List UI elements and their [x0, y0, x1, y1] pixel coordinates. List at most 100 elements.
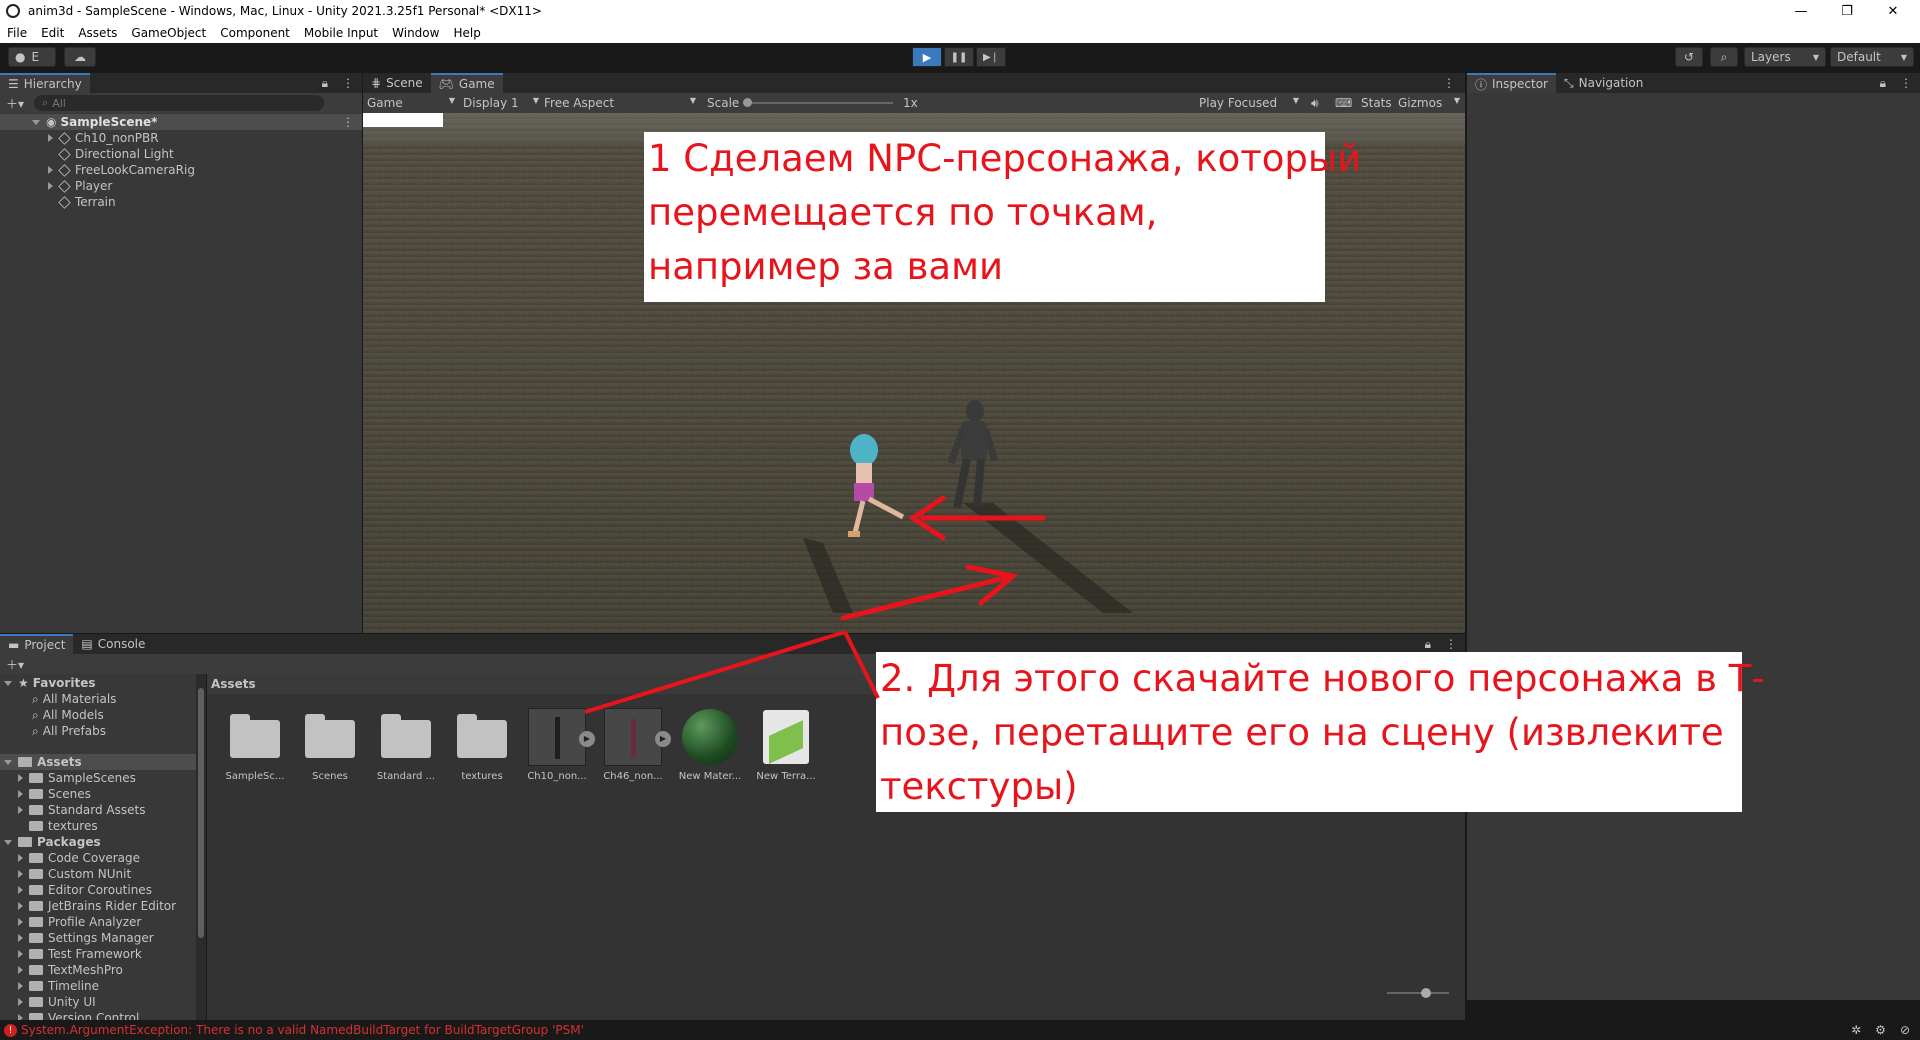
asset-model[interactable]: ▶ Ch10_non... [524, 708, 595, 782]
play-button[interactable]: ▶ [912, 47, 942, 67]
packages-root-row[interactable]: Packages [4, 834, 101, 850]
asset-folder[interactable]: Scenes [297, 708, 363, 782]
tab-inspector[interactable]: ⓘ Inspector [1467, 73, 1556, 93]
expand-arrow-icon[interactable] [18, 950, 23, 958]
menu-mobile-input[interactable]: Mobile Input [297, 26, 385, 40]
stats-button[interactable]: Stats [1361, 96, 1392, 110]
collapse-arrow-icon[interactable] [32, 119, 40, 125]
hierarchy-item[interactable]: FreeLookCameraRig [0, 162, 195, 178]
package-row[interactable]: TextMeshPro [18, 962, 123, 978]
hierarchy-item[interactable]: Directional Light [0, 146, 174, 162]
layout-dropdown[interactable]: Default ▼ [1830, 47, 1914, 67]
add-icon[interactable]: ＋▾ [6, 95, 24, 112]
add-icon[interactable]: ＋▾ [6, 656, 24, 673]
asset-folder[interactable]: textures [449, 708, 515, 782]
package-row[interactable]: Custom NUnit [18, 866, 131, 882]
expand-arrow-icon[interactable] [48, 134, 53, 142]
hierarchy-item[interactable]: Ch10_nonPBR [0, 130, 159, 146]
maximize-button[interactable]: ❐ [1824, 0, 1870, 22]
package-row[interactable]: JetBrains Rider Editor [18, 898, 176, 914]
expand-play-icon[interactable]: ▶ [655, 731, 671, 747]
folder-row[interactable]: Standard Assets [18, 802, 145, 818]
breadcrumb-assets[interactable]: Assets [211, 677, 256, 691]
expand-arrow-icon[interactable] [48, 182, 53, 190]
favorites-row[interactable]: ★ Favorites [4, 675, 95, 691]
folder-row[interactable]: Scenes [18, 786, 91, 802]
play-focused-dropdown[interactable]: Play Focused ▼ [1199, 96, 1299, 110]
folder-row[interactable]: textures [29, 818, 98, 834]
expand-arrow-icon[interactable] [18, 902, 23, 910]
expand-arrow-icon[interactable] [18, 966, 23, 974]
expand-arrow-icon[interactable] [48, 166, 53, 174]
hierarchy-item[interactable]: Player [0, 178, 112, 194]
keyboard-icon[interactable]: ⌨ [1335, 96, 1352, 110]
menu-window[interactable]: Window [385, 26, 446, 40]
package-row[interactable]: Version Control [18, 1010, 139, 1020]
tab-hierarchy[interactable]: ☰ Hierarchy [0, 73, 90, 93]
lock-icon[interactable]: 🔒︎ [322, 76, 328, 91]
package-row[interactable]: Timeline [18, 978, 99, 994]
step-button[interactable]: ▶❘ [976, 47, 1006, 67]
tab-game[interactable]: 🎮︎ Game [430, 73, 503, 93]
collapse-arrow-icon[interactable] [4, 680, 12, 686]
notification-icon[interactable]: ⊘ [1900, 1023, 1910, 1037]
kebab-menu-icon[interactable]: ⋮ [342, 76, 354, 90]
account-button[interactable]: ● E [8, 47, 56, 67]
game-mode-dropdown[interactable]: Game ▼ [367, 96, 455, 110]
cloud-button[interactable]: ☁ [64, 47, 96, 67]
menu-component[interactable]: Component [213, 26, 297, 40]
zoom-slider-track[interactable] [1387, 992, 1449, 994]
expand-arrow-icon[interactable] [18, 790, 23, 798]
minimize-button[interactable]: — [1778, 0, 1824, 22]
asset-folder[interactable]: SampleSc... [222, 708, 288, 782]
search-button[interactable]: ⌕ [1710, 47, 1738, 67]
package-row[interactable]: Code Coverage [18, 850, 140, 866]
package-row[interactable]: Profile Analyzer [18, 914, 141, 930]
expand-arrow-icon[interactable] [18, 886, 23, 894]
package-row[interactable]: Test Framework [18, 946, 142, 962]
collapse-arrow-icon[interactable] [4, 839, 12, 845]
package-row[interactable]: Settings Manager [18, 930, 154, 946]
scene-row[interactable]: ◉ SampleScene* ⋮ [0, 114, 362, 130]
expand-arrow-icon[interactable] [18, 806, 23, 814]
package-row[interactable]: Unity UI [18, 994, 96, 1010]
menu-edit[interactable]: Edit [34, 26, 71, 40]
audio-icon[interactable]: 🔊︎ [1311, 96, 1319, 111]
expand-arrow-icon[interactable] [18, 934, 23, 942]
debug-icon[interactable]: ✲ [1851, 1023, 1861, 1037]
menu-assets[interactable]: Assets [71, 26, 124, 40]
tab-scene[interactable]: ⋕ Scene [363, 73, 431, 93]
expand-arrow-icon[interactable] [18, 982, 23, 990]
collapse-arrow-icon[interactable] [4, 759, 12, 765]
zoom-slider-handle[interactable] [1421, 988, 1431, 998]
assets-root-row[interactable]: Assets [0, 754, 196, 770]
lock-icon[interactable]: 🔒︎ [1880, 76, 1886, 91]
close-button[interactable]: ✕ [1870, 0, 1916, 22]
display-dropdown[interactable]: Display 1 ▼ [463, 96, 539, 110]
hierarchy-search-input[interactable]: ⌕ All [34, 95, 325, 111]
gizmos-dropdown[interactable]: Gizmos ▼ [1398, 96, 1460, 110]
status-error-message[interactable]: System.ArgumentException: There is no a … [21, 1023, 584, 1037]
asset-model[interactable]: ▶ Ch46_non... [600, 708, 671, 782]
asset-material[interactable]: New Mater... [677, 708, 743, 782]
hierarchy-item[interactable]: Terrain [0, 194, 116, 210]
history-button[interactable]: ↺ [1675, 47, 1703, 67]
expand-play-icon[interactable]: ▶ [579, 731, 595, 747]
package-row[interactable]: Editor Coroutines [18, 882, 152, 898]
expand-arrow-icon[interactable] [18, 870, 23, 878]
kebab-menu-icon[interactable]: ⋮ [1445, 637, 1457, 651]
tab-project[interactable]: ▬ Project [0, 634, 74, 654]
scale-slider-track[interactable] [743, 102, 893, 104]
expand-arrow-icon[interactable] [18, 998, 23, 1006]
scale-slider-handle[interactable] [743, 98, 752, 107]
favorite-item[interactable]: ⌕ All Materials [32, 691, 116, 707]
asset-folder[interactable]: Standard ... [373, 708, 439, 782]
expand-arrow-icon[interactable] [18, 918, 23, 926]
kebab-menu-icon[interactable]: ⋮ [1443, 76, 1455, 90]
folder-row[interactable]: SampleScenes [18, 770, 136, 786]
menu-help[interactable]: Help [446, 26, 487, 40]
pause-button[interactable]: ❚❚ [944, 47, 974, 67]
menu-gameobject[interactable]: GameObject [124, 26, 213, 40]
menu-file[interactable]: File [0, 26, 34, 40]
layers-dropdown[interactable]: Layers ▼ [1744, 47, 1826, 67]
